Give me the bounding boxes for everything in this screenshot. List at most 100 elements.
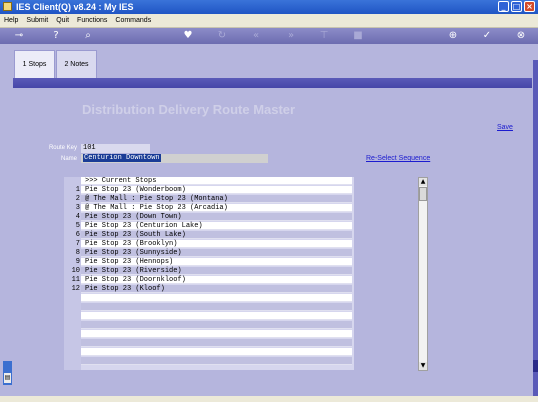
scroll-thumb[interactable]: [419, 187, 427, 201]
stop-cell[interactable]: Pie Stop 23 (Riverside): [81, 267, 352, 275]
rewind-icon[interactable]: «: [250, 30, 262, 42]
refresh-icon[interactable]: ↻: [216, 30, 228, 42]
empty-row[interactable]: [64, 303, 354, 312]
empty-row[interactable]: [64, 339, 354, 348]
empty-row[interactable]: [64, 357, 354, 366]
empty-row[interactable]: [64, 312, 354, 321]
empty-cell[interactable]: [81, 357, 352, 365]
route-key-field[interactable]: 101: [81, 144, 150, 153]
tab-notes[interactable]: 2 Notes: [56, 50, 97, 78]
menu-help[interactable]: Help: [0, 14, 22, 27]
row-number: 10: [71, 267, 80, 275]
grid-header-row: >>> Current Stops: [64, 177, 354, 186]
menu-bar: Help Submit Quit Functions Commands: [0, 14, 538, 28]
table-row[interactable]: 11 Pie Stop 23 (Doornkloof): [64, 276, 354, 285]
empty-cell[interactable]: [81, 303, 352, 311]
row-number: 5: [75, 222, 80, 230]
table-row[interactable]: 7 Pie Stop 23 (Brooklyn): [64, 240, 354, 249]
stop-cell[interactable]: @ The Mall : Pie Stop 23 (Arcadia): [81, 204, 352, 212]
name-label: Name: [60, 156, 77, 162]
row-number: 1: [75, 186, 80, 194]
key-icon[interactable]: ⊸: [8, 30, 30, 42]
empty-cell[interactable]: [81, 348, 352, 356]
empty-cell[interactable]: [81, 330, 352, 338]
help-icon[interactable]: ?: [50, 30, 62, 42]
stop-cell[interactable]: Pie Stop 23 (Centurion Lake): [81, 222, 352, 230]
row-number: 3: [75, 204, 80, 212]
close-icon[interactable]: ⊗: [515, 30, 527, 42]
empty-cell[interactable]: [81, 294, 352, 302]
up-icon[interactable]: ⊤: [318, 30, 330, 42]
row-number: 6: [75, 231, 80, 239]
empty-row[interactable]: [64, 330, 354, 339]
rail-marker: [533, 360, 538, 372]
grid-header: >>> Current Stops: [81, 177, 352, 185]
stop-cell[interactable]: Pie Stop 23 (Down Town): [81, 213, 352, 221]
table-row[interactable]: 10 Pie Stop 23 (Riverside): [64, 267, 354, 276]
row-number: 2: [75, 195, 80, 203]
tab-stops[interactable]: 1 Stops: [14, 50, 55, 78]
window-title: IES Client(Q) v8.24 : My IES: [16, 2, 134, 12]
stop-icon[interactable]: ■: [352, 30, 364, 42]
close-window-button[interactable]: ×: [524, 1, 535, 12]
maximize-button[interactable]: □: [511, 1, 522, 12]
route-key-label: Route Key: [48, 145, 77, 151]
empty-row[interactable]: [64, 348, 354, 357]
stop-cell[interactable]: Pie Stop 23 (South Lake): [81, 231, 352, 239]
page-title: Distribution Delivery Route Master: [82, 102, 296, 117]
title-bar: IES Client(Q) v8.24 : My IES _ □ ×: [0, 0, 538, 14]
stop-cell[interactable]: Pie Stop 23 (Wonderboom): [81, 186, 352, 194]
table-row[interactable]: 1 Pie Stop 23 (Wonderboom): [64, 186, 354, 195]
row-number: 8: [75, 249, 80, 257]
forward-icon[interactable]: »: [285, 30, 297, 42]
side-panel-tab[interactable]: ▤: [3, 361, 12, 385]
tab-strip: 1 Stops 2 Notes: [0, 45, 538, 81]
stop-cell[interactable]: @ The Mall : Pie Stop 23 (Montana): [81, 195, 352, 203]
status-bar: [0, 396, 538, 402]
scroll-down-icon[interactable]: ▼: [419, 362, 427, 370]
name-value: Centurion Downtown: [83, 154, 161, 162]
stops-scrollbar[interactable]: ▲ ▼: [418, 177, 428, 371]
menu-functions[interactable]: Functions: [73, 14, 111, 27]
empty-row[interactable]: [64, 321, 354, 330]
stop-cell[interactable]: Pie Stop 23 (Brooklyn): [81, 240, 352, 248]
table-row[interactable]: 2 @ The Mall : Pie Stop 23 (Montana): [64, 195, 354, 204]
reselect-sequence-link[interactable]: Re-Select Sequence: [366, 155, 430, 162]
table-row[interactable]: 5 Pie Stop 23 (Centurion Lake): [64, 222, 354, 231]
minimize-button[interactable]: _: [498, 1, 509, 12]
stop-cell[interactable]: Pie Stop 23 (Sunnyside): [81, 249, 352, 257]
name-field[interactable]: Centurion Downtown: [81, 154, 268, 163]
row-number: 12: [71, 285, 80, 293]
row-number: 9: [75, 258, 80, 266]
empty-cell[interactable]: [81, 321, 352, 329]
stop-cell[interactable]: Pie Stop 23 (Kloof): [81, 285, 352, 293]
save-link[interactable]: Save: [497, 124, 513, 131]
check-icon[interactable]: ✓: [481, 30, 493, 42]
globe-icon[interactable]: ⊕: [447, 30, 459, 42]
empty-cell[interactable]: [81, 339, 352, 347]
stops-grid: >>> Current Stops 1 Pie Stop 23 (Wonderbo…: [64, 177, 354, 370]
table-row[interactable]: 8 Pie Stop 23 (Sunnyside): [64, 249, 354, 258]
row-number: 4: [75, 213, 80, 221]
empty-cell[interactable]: [81, 312, 352, 320]
toolbar: ⊸ ? ⌕ ♥ ↻ « » ⊤ ■ ⊕ ✓ ⊗: [0, 28, 538, 44]
document-icon: ▤: [4, 373, 11, 383]
menu-quit[interactable]: Quit: [52, 14, 73, 27]
menu-submit[interactable]: Submit: [22, 14, 52, 27]
stop-cell[interactable]: Pie Stop 23 (Hennops): [81, 258, 352, 266]
search-icon[interactable]: ⌕: [82, 30, 94, 42]
menu-commands[interactable]: Commands: [111, 14, 155, 27]
table-row[interactable]: 12 Pie Stop 23 (Kloof): [64, 285, 354, 294]
stop-cell[interactable]: Pie Stop 23 (Doornkloof): [81, 276, 352, 284]
empty-row[interactable]: [64, 294, 354, 303]
row-number: 11: [71, 276, 80, 284]
app-icon: [3, 2, 12, 11]
table-row[interactable]: 4 Pie Stop 23 (Down Town): [64, 213, 354, 222]
table-row[interactable]: 9 Pie Stop 23 (Hennops): [64, 258, 354, 267]
table-row[interactable]: 3 @ The Mall : Pie Stop 23 (Arcadia): [64, 204, 354, 213]
heart-icon[interactable]: ♥: [182, 30, 194, 42]
table-row[interactable]: 6 Pie Stop 23 (South Lake): [64, 231, 354, 240]
row-number: 7: [75, 240, 80, 248]
right-rail: [533, 60, 538, 402]
scroll-up-icon[interactable]: ▲: [419, 178, 427, 186]
